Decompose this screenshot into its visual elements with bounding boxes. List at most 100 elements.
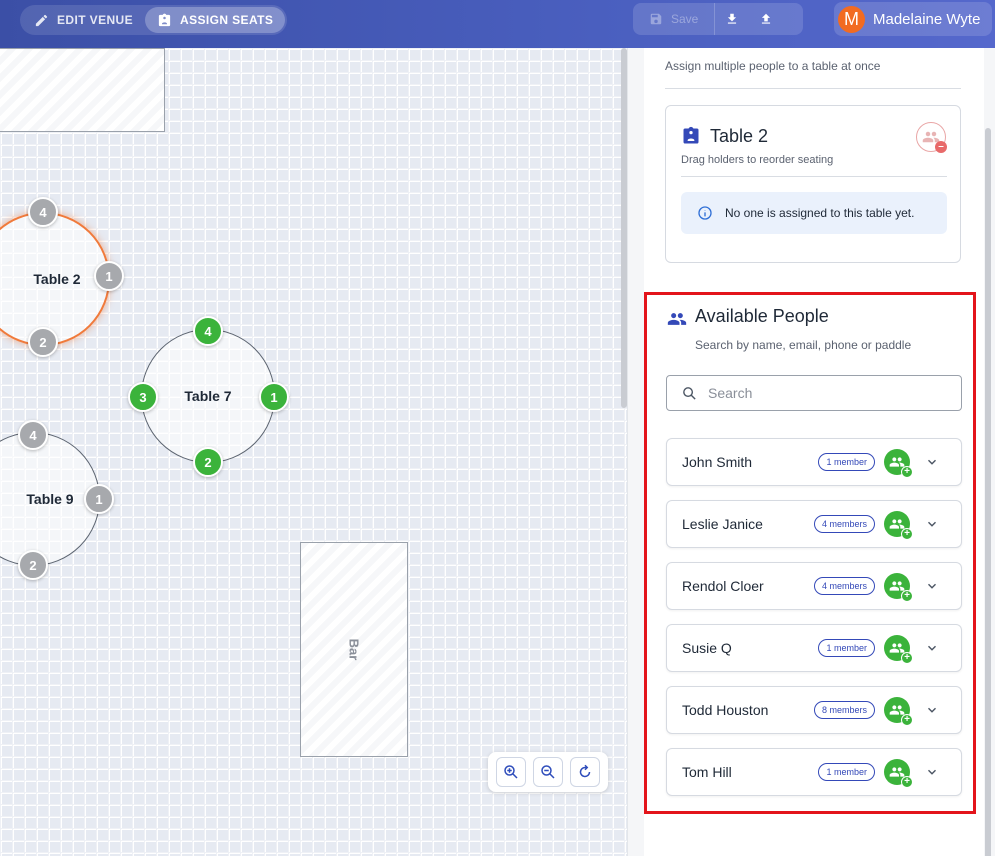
chevron-down-icon[interactable] [925,641,939,655]
member-count-badge: 1 member [818,453,875,471]
assign-group-button[interactable]: + [884,449,913,478]
plus-icon: + [901,466,913,478]
mode-toggle: EDIT VENUE ASSIGN SEATS [20,5,288,35]
seat[interactable]: 1 [94,261,124,291]
seat[interactable]: 1 [259,382,289,412]
plus-icon: + [901,528,913,540]
member-count-badge: 4 members [813,515,875,533]
search-input[interactable] [708,385,948,401]
zoom-out-button[interactable] [532,757,563,787]
user-menu[interactable]: M Madelaine Wyte [834,2,992,36]
list-item[interactable]: Leslie Janice 4 members + [666,500,962,548]
chevron-down-icon[interactable] [925,703,939,717]
assign-seats-button[interactable]: ASSIGN SEATS [145,7,286,33]
available-people-title: Available People [695,306,829,326]
seat[interactable]: 4 [28,197,58,227]
person-name: Todd Houston [682,702,769,718]
panel-scrollbar[interactable] [985,128,991,856]
refresh-icon [580,764,591,778]
assign-group-button[interactable]: + [884,573,913,602]
member-count-badge: 1 member [818,763,875,781]
info-icon [698,206,712,220]
list-item[interactable]: Tom Hill 1 member + [666,748,962,796]
person-name: Susie Q [682,640,732,656]
panel-hint: Assign multiple people to a table at onc… [665,59,881,73]
table-label: Table 9 [26,491,74,507]
assign-group-button[interactable]: + [884,697,913,726]
person-name: John Smith [682,454,753,470]
table-label: Table 2 [33,271,81,287]
edit-venue-button[interactable]: EDIT VENUE [22,7,145,33]
chevron-down-icon[interactable] [925,517,939,531]
venue-canvas[interactable]: Table 2 4 1 2 Table 7 4 1 2 3 Table 9 4 … [0,48,627,856]
zoom-in-button[interactable] [495,757,526,787]
zoom-controls [488,752,608,792]
zoom-out-icon [541,765,555,779]
search-field[interactable] [666,375,962,411]
member-count-badge: 1 member [818,639,875,657]
badge-icon [683,126,699,144]
member-count-badge: 4 members [813,577,875,595]
plus-icon: + [901,652,913,664]
seating-panel: Assign multiple people to a table at onc… [627,48,995,856]
table-card-subtitle: Drag holders to reorder seating [681,154,834,166]
assign-group-button[interactable]: + [884,759,913,788]
search-icon [683,386,696,400]
floppy-icon [650,13,662,25]
list-item[interactable]: Rendol Cloer 4 members + [666,562,962,610]
plus-icon: + [901,590,913,602]
plus-icon: + [901,776,913,788]
action-group: Save [633,3,803,35]
chevron-down-icon[interactable] [925,579,939,593]
people-icon [667,313,687,325]
bar-label: Bar [346,638,362,661]
empty-table-message: No one is assigned to this table yet. [725,206,915,220]
list-item[interactable]: Susie Q 1 member + [666,624,962,672]
bar-area: Bar [300,542,408,757]
people-list: John Smith 1 member + Leslie Janice 4 me… [666,438,962,810]
zoom-in-icon [503,765,518,779]
seat[interactable]: 2 [193,447,223,477]
seat[interactable]: 3 [128,382,158,412]
pencil-icon [35,14,48,26]
assign-group-button[interactable]: + [884,635,913,664]
unassign-all-button[interactable]: – [916,122,947,153]
seat[interactable]: 2 [18,550,48,580]
list-item[interactable]: John Smith 1 member + [666,438,962,486]
seat[interactable]: 4 [18,420,48,450]
top-bar: EDIT VENUE ASSIGN SEATS Save M Madelaine… [0,0,995,48]
empty-table-notice: No one is assigned to this table yet. [681,192,947,234]
chevron-down-icon[interactable] [925,455,939,469]
divider [665,88,961,89]
table-card-title: Table 2 [710,126,769,146]
download-button[interactable] [715,3,749,35]
assign-seats-label: ASSIGN SEATS [180,13,274,27]
seat[interactable]: 4 [193,316,223,346]
chevron-down-icon[interactable] [925,765,939,779]
upload-button[interactable] [749,3,783,35]
selected-table-card: Table 2 Drag holders to reorder seating … [665,105,961,263]
seat[interactable]: 2 [28,327,58,357]
list-item[interactable]: Todd Houston 8 members + [666,686,962,734]
stage-area [0,48,165,132]
avatar: M [838,5,865,33]
person-name: Tom Hill [682,764,732,780]
minus-icon: – [935,141,947,153]
upload-icon [762,13,771,24]
reset-view-button[interactable] [570,757,601,787]
available-people-section: Available People Search by name, email, … [644,292,976,814]
seat[interactable]: 1 [84,484,114,514]
user-name: Madelaine Wyte [873,10,981,28]
person-name: Rendol Cloer [682,578,764,594]
assign-group-button[interactable]: + [884,511,913,540]
edit-venue-label: EDIT VENUE [57,13,134,27]
table-label: Table 7 [184,388,232,404]
save-button[interactable]: Save [633,3,716,35]
person-name: Leslie Janice [682,516,763,532]
available-people-subtitle: Search by name, email, phone or paddle [695,338,912,352]
canvas-scrollbar[interactable] [621,48,627,408]
save-label: Save [671,12,699,26]
plus-icon: + [901,714,913,726]
table-7[interactable]: Table 7 [141,329,275,463]
divider [681,176,947,177]
